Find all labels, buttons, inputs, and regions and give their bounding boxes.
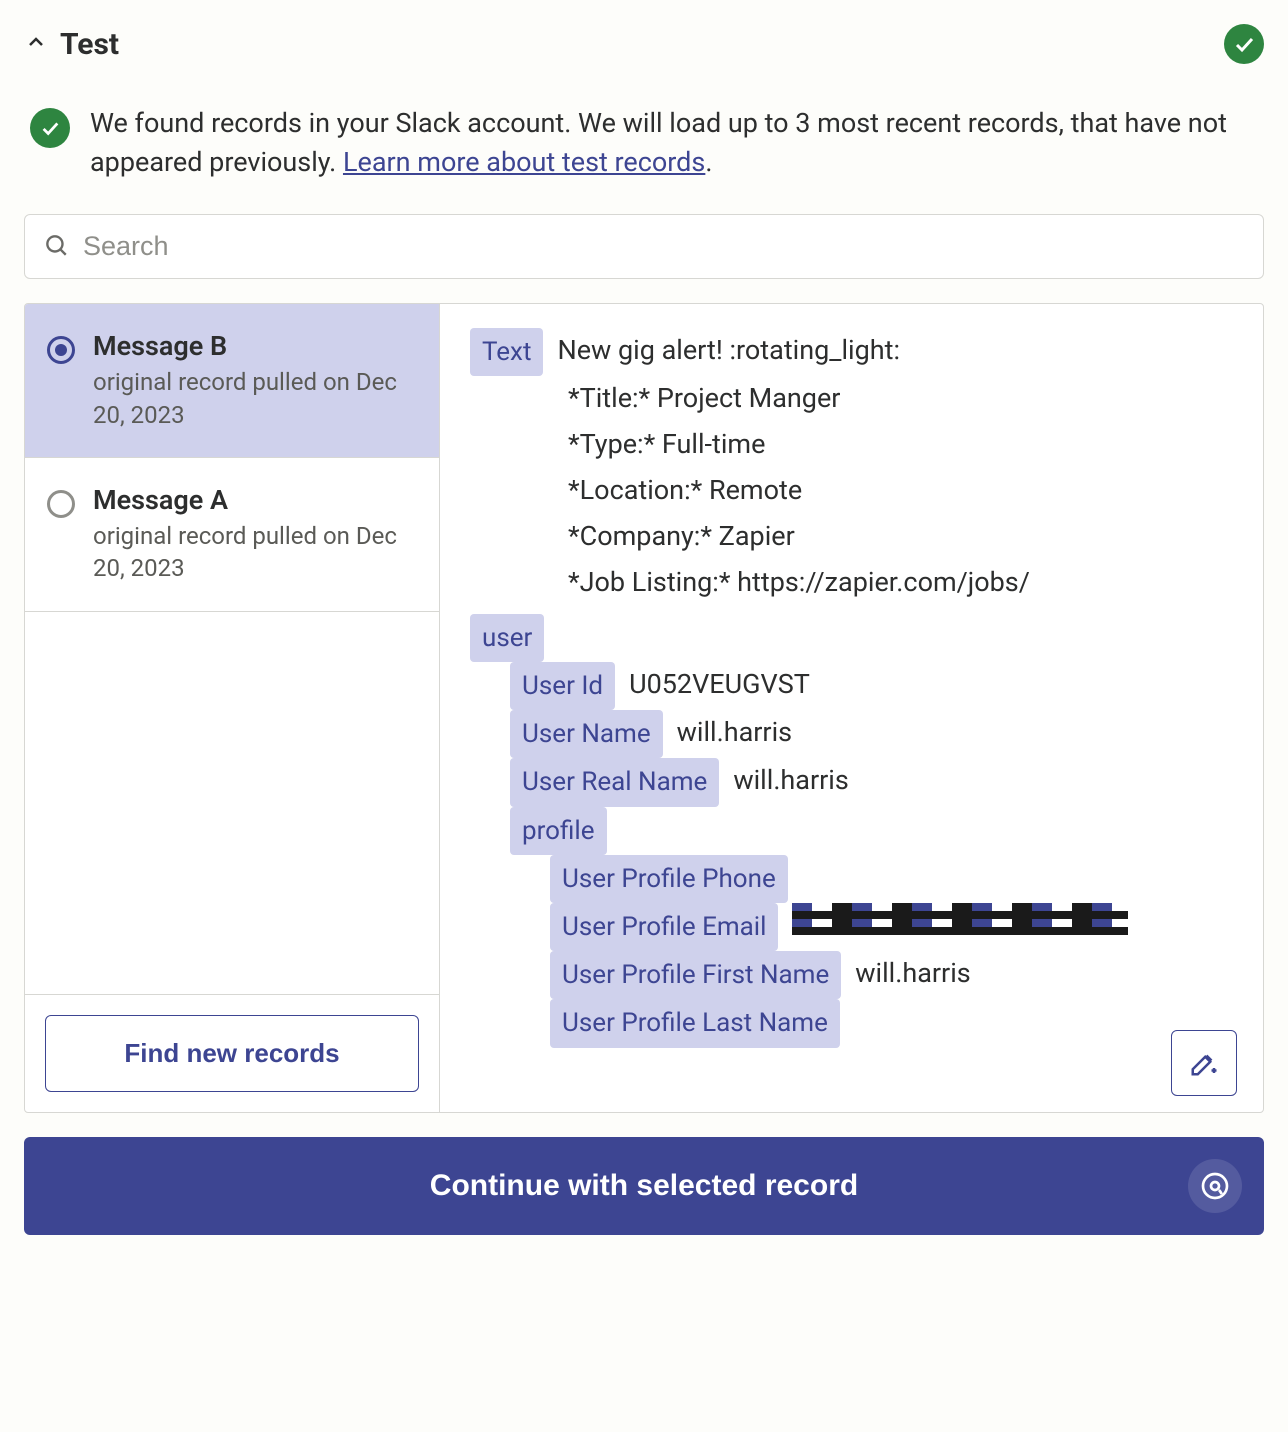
- info-banner: We found records in your Slack account. …: [24, 104, 1264, 182]
- field-label-first-name: User Profile First Name: [550, 951, 841, 999]
- field-value-line: *Job Listing:* https://zapier.com/jobs/: [568, 560, 1233, 606]
- field-value-line: *Title:* Project Manger: [568, 376, 1233, 422]
- field-value: New gig alert! :rotating_light:: [557, 328, 900, 374]
- field-label-user-real-name: User Real Name: [510, 758, 719, 806]
- search-input[interactable]: [83, 231, 1245, 262]
- field-label-phone: User Profile Phone: [550, 855, 788, 903]
- continue-button-label: Continue with selected record: [430, 1169, 858, 1202]
- chevron-up-icon[interactable]: [24, 30, 48, 58]
- check-icon: [30, 108, 70, 148]
- radio-selected-icon: [47, 336, 75, 364]
- record-browser: Message B original record pulled on Dec …: [24, 303, 1264, 1113]
- record-title: Message A: [93, 484, 417, 516]
- field-label-user-name: User Name: [510, 710, 663, 758]
- help-icon[interactable]: [1188, 1159, 1242, 1213]
- continue-button[interactable]: Continue with selected record: [24, 1137, 1264, 1235]
- field-label-email: User Profile Email: [550, 903, 778, 951]
- edit-button[interactable]: [1171, 1030, 1237, 1096]
- field-label-user-id: User Id: [510, 662, 615, 710]
- record-item-message-a[interactable]: Message A original record pulled on Dec …: [25, 458, 439, 612]
- field-value: will.harris: [677, 710, 792, 756]
- field-label-profile: profile: [510, 807, 607, 855]
- info-text: We found records in your Slack account. …: [90, 104, 1264, 182]
- learn-more-link[interactable]: Learn more about test records: [343, 146, 705, 178]
- field-value: U052VEUGVST: [629, 662, 810, 708]
- record-detail-pane: Text New gig alert! :rotating_light: *Ti…: [440, 304, 1263, 1112]
- field-label-user: user: [470, 614, 544, 662]
- record-list-pane: Message B original record pulled on Dec …: [25, 304, 440, 1112]
- section-header: Test: [24, 24, 1264, 64]
- field-value-line: *Company:* Zapier: [568, 514, 1233, 560]
- field-value: will.harris: [733, 758, 848, 804]
- record-title: Message B: [93, 330, 417, 362]
- record-subtitle: original record pulled on Dec 20, 2023: [93, 520, 417, 585]
- field-label-last-name: User Profile Last Name: [550, 999, 840, 1047]
- field-label-text: Text: [470, 328, 543, 376]
- section-title: Test: [60, 27, 119, 62]
- search-box[interactable]: [24, 214, 1264, 279]
- field-value-line: *Location:* Remote: [568, 468, 1233, 514]
- record-subtitle: original record pulled on Dec 20, 2023: [93, 366, 417, 431]
- find-new-records-button[interactable]: Find new records: [45, 1015, 419, 1092]
- field-value: will.harris: [855, 951, 970, 997]
- record-item-message-b[interactable]: Message B original record pulled on Dec …: [25, 304, 439, 458]
- field-value-line: *Type:* Full-time: [568, 422, 1233, 468]
- status-success-icon: [1224, 24, 1264, 64]
- search-icon: [43, 232, 69, 262]
- info-text-part2: .: [705, 146, 712, 178]
- redacted-value: [792, 903, 1128, 935]
- radio-unselected-icon: [47, 490, 75, 518]
